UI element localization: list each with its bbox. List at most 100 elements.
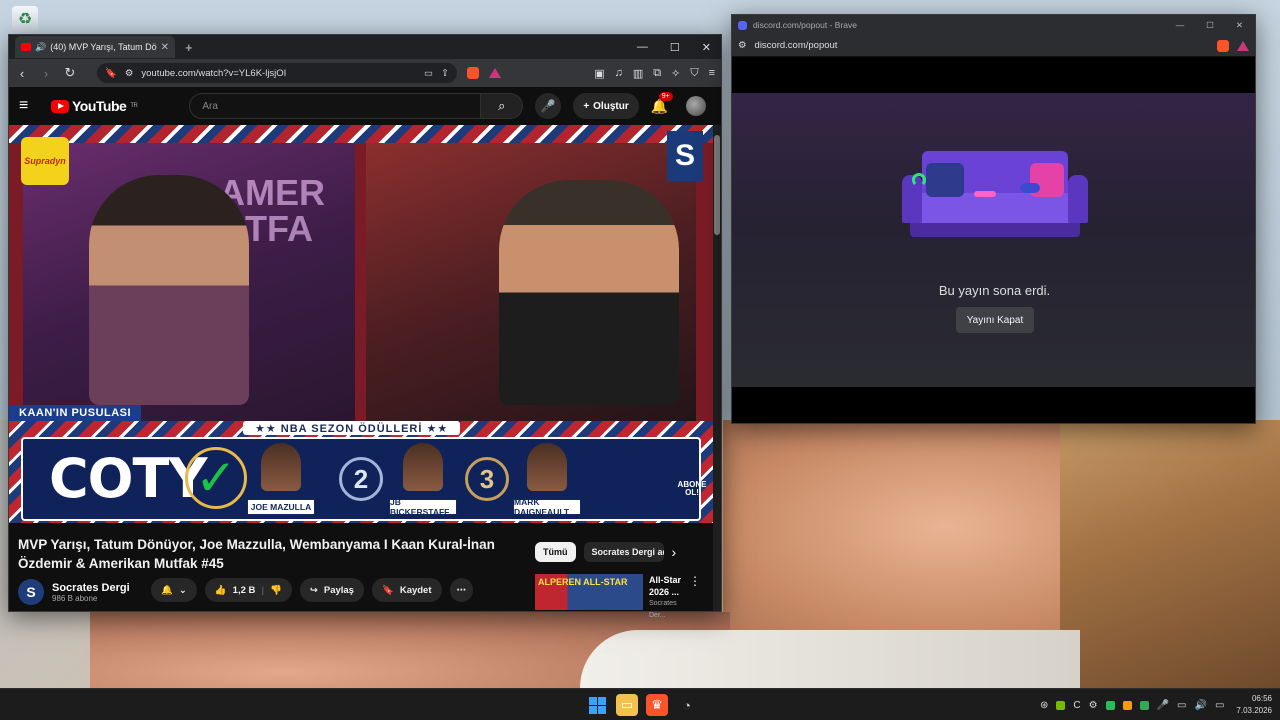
tray-c-icon[interactable]: C xyxy=(1073,700,1080,711)
brave-shields-icon[interactable] xyxy=(1217,39,1229,52)
search-button[interactable]: ⌕ xyxy=(481,93,524,119)
settings-icon[interactable]: ⚙ xyxy=(1089,700,1098,711)
more-actions-button[interactable]: ⋯ xyxy=(449,578,474,602)
search-input[interactable]: Ara xyxy=(189,93,482,119)
nominee-2: JB BICKERSTAFF xyxy=(389,443,457,517)
start-button[interactable] xyxy=(586,694,608,716)
app-clock-icon[interactable]: ◔ xyxy=(676,694,698,716)
extensions-icon[interactable]: ⧉ xyxy=(653,67,661,80)
recommended-thumbnail[interactable]: ALPEREN ALL-STAR xyxy=(535,574,643,610)
leo-icon[interactable]: ✧ xyxy=(671,67,680,80)
youtube-logo-text: YouTube xyxy=(72,98,127,114)
minimize-icon[interactable]: — xyxy=(637,41,648,54)
scrollbar-thumb[interactable] xyxy=(714,135,720,235)
nominee-name: JB BICKERSTAFF xyxy=(389,497,457,517)
chevron-right-icon[interactable]: › xyxy=(672,544,677,560)
youtube-logo[interactable]: YouTube TR xyxy=(51,98,138,114)
close-stream-button[interactable]: Yayını Kapat xyxy=(956,307,1034,333)
clock[interactable]: 06:56 7.03.2026 xyxy=(1236,693,1272,717)
new-tab-button[interactable]: + xyxy=(185,40,193,55)
channel-name[interactable]: Socrates Dergi xyxy=(52,582,130,594)
nvidia-icon[interactable] xyxy=(1056,700,1066,710)
microphone-icon[interactable]: 🎤 xyxy=(1157,700,1169,711)
tab-close-icon[interactable]: ✕ xyxy=(161,42,169,53)
create-label: Oluştur xyxy=(593,100,629,112)
more-icon: ⋯ xyxy=(456,584,467,596)
chevron-down-icon: ⌄ xyxy=(178,584,187,596)
close-window-icon[interactable]: ✕ xyxy=(1236,20,1243,31)
volume-icon[interactable]: 🔊 xyxy=(1195,700,1207,711)
menu-icon[interactable]: ≡ xyxy=(709,67,715,80)
reload-icon[interactable]: ↻ xyxy=(63,65,77,81)
minimize-icon[interactable]: — xyxy=(1176,20,1185,31)
toolbar-icons: ▣ ♫ ▥ ⧉ ✧ ⛉ ≡ xyxy=(594,67,715,80)
discord-address-bar[interactable]: ⚙ discord.com/popout xyxy=(732,35,1255,57)
orange-app-icon[interactable] xyxy=(1122,700,1132,710)
share-button[interactable]: ↪ Paylaş xyxy=(299,578,364,602)
brave-rewards-icon[interactable] xyxy=(489,68,501,78)
nominee-photo xyxy=(403,443,443,491)
like-button[interactable]: 👍 1,2 B | 👎 xyxy=(204,578,292,602)
create-button[interactable]: + Oluştur xyxy=(573,93,639,119)
maximize-icon[interactable]: ☐ xyxy=(670,41,680,54)
brave-shields-icon[interactable] xyxy=(467,67,479,79)
nominee-photo xyxy=(261,443,301,491)
subscribed-bell-button[interactable]: 🔔 ⌄ xyxy=(151,578,197,602)
network-icon[interactable]: ▭ xyxy=(1177,700,1186,711)
awards-title: ★★ NBA SEZON ÖDÜLLERİ ★★ xyxy=(243,421,461,435)
back-icon[interactable]: ‹ xyxy=(15,66,29,81)
address-bar[interactable]: 🔖 ⚙ youtube.com/watch?v=YL6K-ljsjOI ▭ ⇪ xyxy=(97,63,457,83)
notifications-button[interactable]: 🔔 9+ xyxy=(651,91,673,115)
share-icon[interactable]: ⇪ xyxy=(441,68,449,79)
bell-icon: 🔔 xyxy=(161,584,173,596)
notification-badge: 9+ xyxy=(658,91,673,101)
award-name: COTY xyxy=(49,447,207,510)
green-app-icon[interactable] xyxy=(1105,700,1115,710)
thumbs-down-icon[interactable]: 👎 xyxy=(270,585,282,596)
video-actions: 🔔 ⌄ 👍 1,2 B | 👎 ↪ Paylaş 🔖 Kaydet ⋯ xyxy=(151,578,474,602)
hamburger-menu-icon[interactable]: ≡ xyxy=(19,97,39,115)
chip-all[interactable]: Tümü xyxy=(535,542,576,562)
tab-youtube[interactable]: 🔊 (40) MVP Yarışı, Tatum Dönüyor ✕ xyxy=(15,36,175,58)
xbox-icon[interactable] xyxy=(1139,700,1149,710)
recommended-title[interactable]: All-Star 2026 ... xyxy=(649,574,683,598)
channel-avatar[interactable]: S xyxy=(18,579,44,605)
bookmark-icon[interactable]: 🔖 xyxy=(105,68,117,79)
tab-bar: 🔊 (40) MVP Yarışı, Tatum Dönüyor ✕ + — ☐… xyxy=(9,35,721,59)
site-info-icon[interactable]: ⚙ xyxy=(738,40,747,51)
taskbar-apps: ▭ ♛ ◔ xyxy=(586,694,698,716)
tray-app-icon[interactable]: ⊛ xyxy=(1040,700,1048,711)
voice-search-button[interactable]: 🎤 xyxy=(535,93,562,119)
vpn-icon[interactable]: ⛉ xyxy=(690,67,698,80)
sidebar-icon[interactable]: ▥ xyxy=(633,67,643,80)
recommended-video[interactable]: ALPEREN ALL-STAR All-Star 2026 ... Socra… xyxy=(535,574,701,622)
forward-icon[interactable]: › xyxy=(39,66,53,81)
subscriber-count: 986 B abone xyxy=(52,593,98,603)
account-avatar[interactable] xyxy=(686,96,707,116)
window-controls: — ☐ ✕ xyxy=(637,41,721,54)
brave-rewards-icon[interactable] xyxy=(1237,40,1249,51)
media-icon[interactable]: ♫ xyxy=(615,67,623,80)
cast-icon[interactable]: ▭ xyxy=(424,68,433,79)
windows-logo-icon xyxy=(588,696,606,714)
chip-channel[interactable]: Socrates Dergi adl xyxy=(583,542,664,562)
discord-window-title: discord.com/popout - Brave xyxy=(753,20,857,30)
kebab-menu-icon[interactable]: ⋮ xyxy=(689,574,701,622)
nominee-name: JOE MAZULLA xyxy=(247,499,315,515)
brave-browser-icon[interactable]: ♛ xyxy=(646,694,668,716)
maximize-icon[interactable]: ☐ xyxy=(1206,20,1214,31)
battery-icon[interactable]: ▭ xyxy=(1215,700,1224,711)
site-info-icon[interactable]: ⚙ xyxy=(125,68,134,79)
nominee-name: MARK DAIGNEAULT xyxy=(513,497,581,517)
date: 7.03.2026 xyxy=(1236,706,1272,715)
subscribe-overlay[interactable]: ABONE OL! xyxy=(677,481,707,497)
file-explorer-icon[interactable]: ▭ xyxy=(616,694,638,716)
recycle-bin-icon[interactable]: ♻ xyxy=(12,6,38,32)
system-tray: ⊛ C ⚙ 🎤 ▭ 🔊 ▭ 06:56 7.03.2026 xyxy=(1040,689,1272,720)
page-scrollbar[interactable] xyxy=(713,125,721,611)
speaker-icon[interactable]: 🔊 xyxy=(35,42,46,53)
save-button[interactable]: 🔖 Kaydet xyxy=(371,578,442,602)
video-player[interactable]: AMER UTFA Supradyn S KAAN'IN PUSULASI ★★ … xyxy=(9,125,714,523)
close-window-icon[interactable]: ✕ xyxy=(702,41,711,54)
wallet-icon[interactable]: ▣ xyxy=(594,67,604,80)
